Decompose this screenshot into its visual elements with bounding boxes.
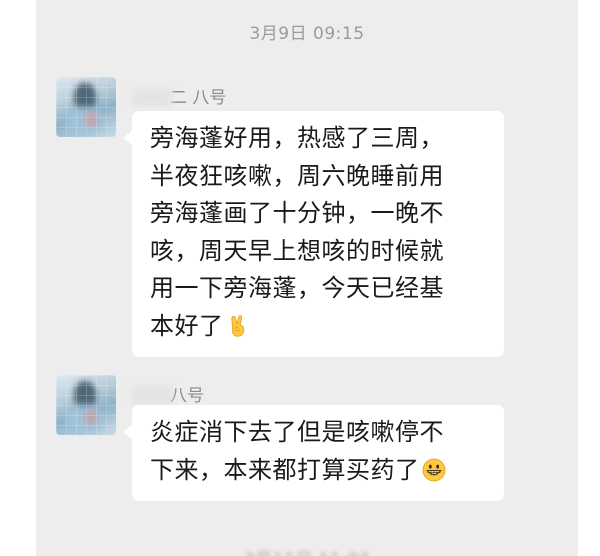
sender-name-text: 八号	[170, 386, 204, 406]
message-text-line: 用一下旁海蓬，今天已经基	[150, 274, 444, 302]
sender-name: 八号	[132, 381, 204, 406]
sender-name: 二 八号	[132, 83, 226, 108]
left-margin	[0, 0, 36, 556]
message-text-line: 本好了	[150, 311, 224, 340]
message-text-line: 咳，周天早上想咳的时候就	[150, 236, 444, 265]
chat-history-area[interactable]: 3月9日 09:15 二 八号 旁海蓬好用，热感了三周， 半夜狂咳嗽，周六晚睡前…	[36, 0, 578, 556]
message-text-line: 半夜狂咳嗽，周六晚睡前用	[150, 161, 444, 190]
message-text-line: 旁海蓬好用，热感了三周，	[150, 124, 444, 152]
sender-avatar[interactable]	[56, 77, 116, 137]
sender-name-text: 二 八号	[170, 88, 227, 108]
sender-avatar[interactable]	[56, 375, 116, 435]
message-text-line: 旁海蓬画了十分钟，一晚不	[150, 199, 444, 227]
message-timestamp: 3月11日 11:03	[36, 545, 578, 556]
redaction-mask	[132, 88, 172, 106]
message-text-line: 炎症消下去了但是咳嗽停不	[150, 418, 444, 446]
redaction-mask	[132, 386, 172, 404]
grinning-face-emoji	[422, 458, 445, 481]
message-bubble[interactable]: 炎症消下去了但是咳嗽停不 下来，本来都打算买药了	[123, 405, 504, 501]
message-timestamp: 3月9日 09:15	[249, 24, 365, 44]
message-bubble[interactable]: 旁海蓬好用，热感了三周， 半夜狂咳嗽，周六晚睡前用 旁海蓬画了十分钟，一晚不 咳…	[123, 111, 504, 357]
right-margin	[578, 0, 600, 556]
message-text-line: 下来，本来都打算买药了	[150, 455, 420, 484]
victory-hand-emoji	[230, 314, 244, 337]
